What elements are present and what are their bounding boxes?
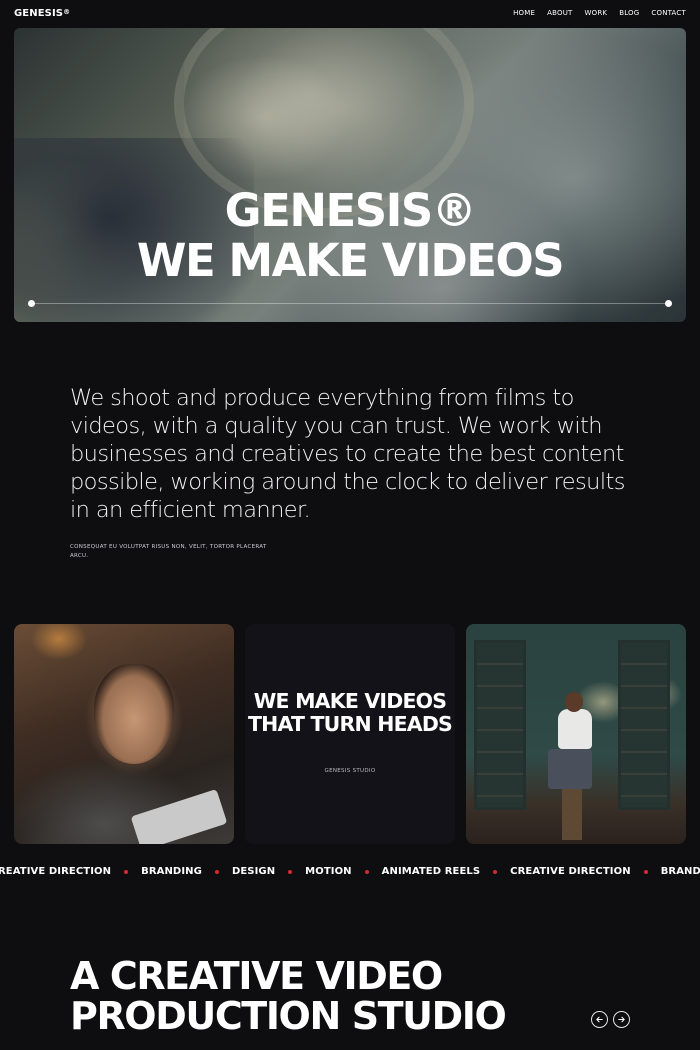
man-figure (558, 709, 592, 749)
marquee-dot (288, 870, 293, 874)
intro-text: We shoot and produce everything from fil… (70, 385, 625, 523)
marquee-item: BRANDING (141, 866, 202, 877)
card-man-studio[interactable] (466, 624, 686, 844)
card-tagline: WE MAKE VIDEOS THAT TURN HEADS GENESIS S… (245, 624, 455, 844)
hero-progress-end-dot (665, 300, 672, 307)
nav-link-home[interactable]: HOME (513, 9, 535, 17)
nav-link-work[interactable]: WORK (585, 9, 608, 17)
hero-progress-track[interactable] (32, 303, 668, 304)
arrow-right-icon[interactable] (613, 1011, 630, 1028)
marquee-dot (214, 870, 219, 874)
hero-video[interactable]: GENESIS® WE MAKE VIDEOS (14, 28, 686, 322)
marquee-item: BRANDING (660, 866, 700, 877)
top-nav: GENESIS® HOME ABOUT WORK BLOG CONTACT (0, 0, 700, 28)
man-head-figure (565, 692, 583, 712)
marquee-item: REATIVE DIRECTION (0, 866, 112, 877)
bookshelf-right (618, 640, 670, 810)
logo-text: GENESIS (14, 8, 64, 19)
stool-figure (562, 784, 582, 840)
marquee-item: ANIMATED REELS (381, 866, 481, 877)
intro-note: CONSEQUAT EU VOLUTPAT RISUS NON, VELIT, … (70, 544, 267, 559)
marquee-item: CREATIVE DIRECTION (510, 866, 631, 877)
marquee-item: DESIGN (231, 866, 276, 877)
nav-links: HOME ABOUT WORK BLOG CONTACT (513, 9, 686, 17)
woman-figure (94, 664, 174, 764)
nav-link-contact[interactable]: CONTACT (651, 9, 686, 17)
arrow-right-glyph (618, 1016, 625, 1023)
logo[interactable]: GENESIS® (14, 8, 70, 19)
arrow-left-glyph (596, 1016, 603, 1023)
tablet-figure (130, 788, 228, 844)
card-tagline-sub: GENESIS STUDIO (324, 768, 376, 774)
marquee-dot (364, 870, 369, 874)
services-marquee: REATIVE DIRECTION BRANDING DESIGN MOTION… (0, 864, 700, 882)
hero-title-line2: WE MAKE VIDEOS (136, 234, 565, 287)
nav-link-about[interactable]: ABOUT (547, 9, 572, 17)
hero-title-line1: GENESIS® (224, 184, 477, 237)
man-legs-figure (548, 749, 592, 789)
marquee-item: MOTION (305, 866, 352, 877)
marquee-dot (493, 870, 498, 874)
marquee-track: REATIVE DIRECTION BRANDING DESIGN MOTION… (0, 864, 700, 880)
marquee-dot (643, 870, 648, 874)
bookshelf-left (474, 640, 526, 810)
card-woman-tablet[interactable] (14, 624, 234, 844)
card-tagline-title: WE MAKE VIDEOS THAT TURN HEADS (247, 689, 453, 736)
slider-controls (591, 1011, 630, 1028)
marquee-dot (124, 870, 129, 874)
hero-progress-handle[interactable] (28, 300, 35, 307)
section-title: A CREATIVE VIDEO PRODUCTION STUDIO (70, 954, 507, 1038)
hero-title: GENESIS® WE MAKE VIDEOS (14, 186, 686, 286)
nav-link-blog[interactable]: BLOG (619, 9, 639, 17)
arrow-left-icon[interactable] (591, 1011, 608, 1028)
logo-mark: ® (63, 8, 71, 16)
